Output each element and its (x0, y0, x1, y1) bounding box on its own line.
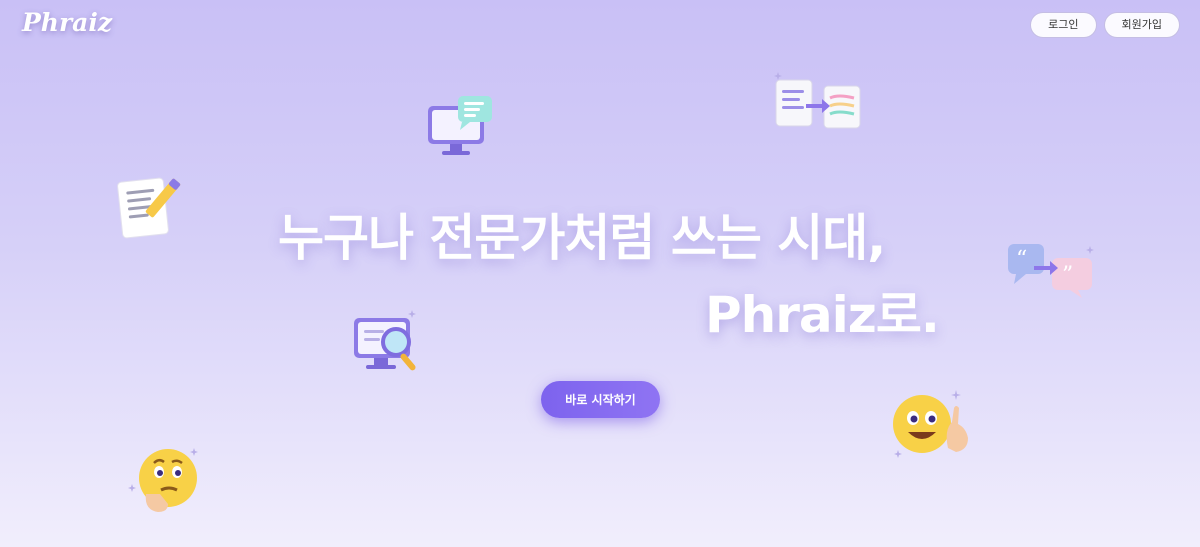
logo[interactable]: Phraiz (22, 8, 112, 37)
svg-text:“: “ (1016, 247, 1027, 272)
start-button[interactable]: 바로 시작하기 (541, 381, 660, 418)
svg-text:”: ” (1062, 263, 1073, 288)
hero-subheadline: Phraiz로. (705, 286, 940, 344)
hero-headline: 누구나 전문가처럼 쓰는 시대, (278, 209, 886, 267)
pointing-emoji-icon (890, 388, 976, 462)
notepad-pencil-icon (114, 172, 188, 242)
auth-buttons: 로그인 회원가입 (1030, 12, 1180, 38)
monitor-search-icon (350, 308, 428, 378)
quote-translate-icon: “ ” (1004, 236, 1098, 302)
signup-button[interactable]: 회원가입 (1103, 12, 1180, 38)
thinking-emoji-icon (128, 444, 204, 516)
login-button[interactable]: 로그인 (1030, 12, 1097, 38)
monitor-chat-icon (424, 94, 496, 160)
document-transform-icon (770, 70, 864, 134)
